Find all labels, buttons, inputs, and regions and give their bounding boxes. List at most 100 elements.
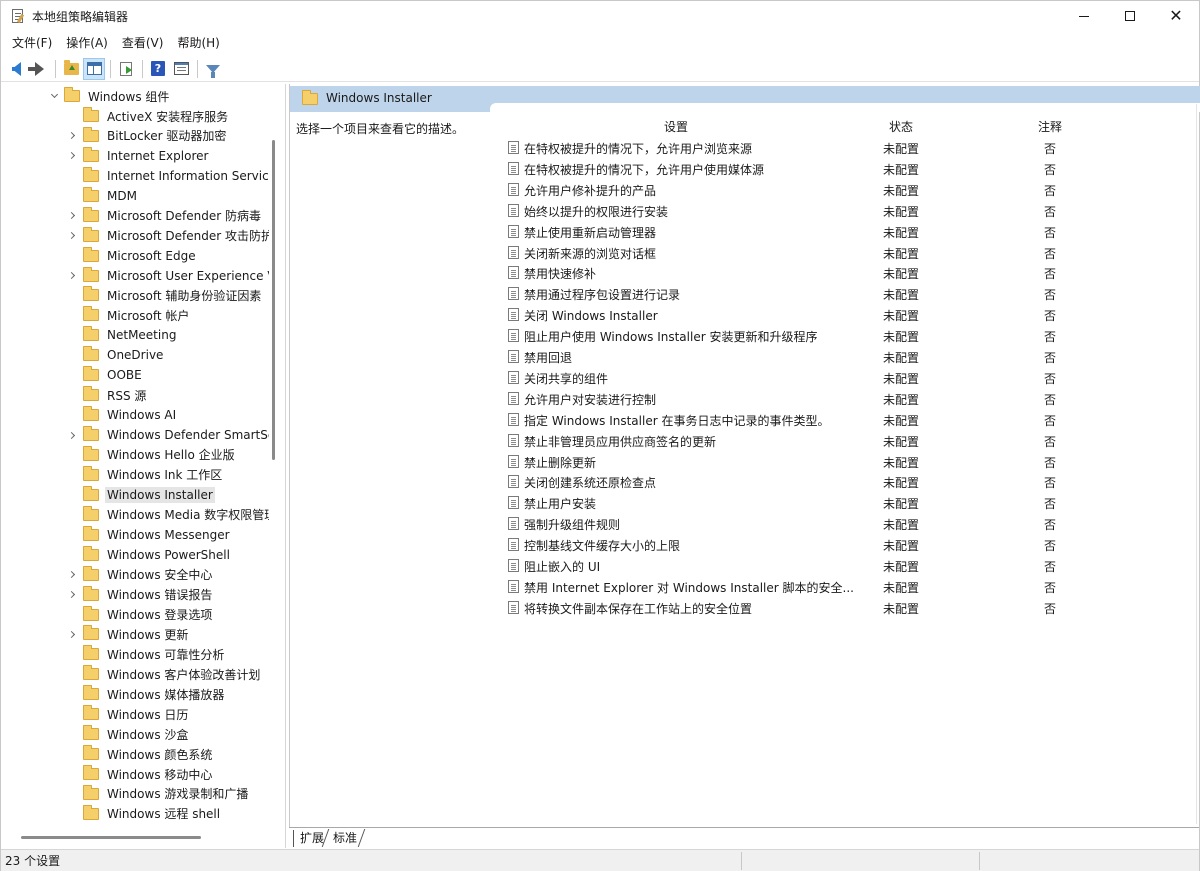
tree-item[interactable]: Windows 错误报告 xyxy=(1,585,269,605)
tree-item[interactable]: NetMeeting xyxy=(1,325,269,345)
maximize-button[interactable] xyxy=(1107,1,1153,31)
chevron-right-icon xyxy=(67,271,75,280)
tree-item[interactable]: Windows 游戏录制和广播 xyxy=(1,784,269,804)
tree-item[interactable]: RSS 源 xyxy=(1,385,269,405)
tree-item[interactable]: Windows 登录选项 xyxy=(1,605,269,625)
tree-item[interactable]: Windows 可靠性分析 xyxy=(1,644,269,664)
tree-item[interactable]: Windows 更新 xyxy=(1,624,269,644)
tree-item[interactable]: Windows Media 数字权限管理 xyxy=(1,505,269,525)
tree-horizontal-scrollbar[interactable] xyxy=(21,836,201,839)
policy-row[interactable]: 禁用快速修补 未配置 否 xyxy=(506,262,1196,283)
properties-button[interactable] xyxy=(170,58,192,80)
tree-item-label: Windows 远程 shell xyxy=(107,807,221,822)
column-header-note[interactable]: 注释 xyxy=(1038,118,1062,136)
tree-item-windows-components[interactable]: Windows 组件 xyxy=(1,86,269,106)
tree-vertical-scrollbar[interactable] xyxy=(272,140,275,460)
tree-item[interactable]: Microsoft 帐户 xyxy=(1,305,269,325)
menu-view[interactable]: 查看(V) xyxy=(115,32,171,54)
tree-item[interactable]: Internet Explorer xyxy=(1,146,269,166)
tree-item[interactable]: Internet Information Service xyxy=(1,166,269,186)
export-list-button[interactable] xyxy=(115,58,137,80)
policy-row[interactable]: 将转换文件副本保存在工作站上的安全位置 未配置 否 xyxy=(506,597,1196,618)
tree-item[interactable]: Windows 媒体播放器 xyxy=(1,684,269,704)
tree-item[interactable]: Windows AI xyxy=(1,405,269,425)
policy-row[interactable]: 允许用户修补提升的产品 未配置 否 xyxy=(506,179,1196,200)
policy-row[interactable]: 在特权被提升的情况下，允许用户使用媒体源 未配置 否 xyxy=(506,158,1196,179)
tree-item[interactable]: Microsoft User Experience V xyxy=(1,266,269,286)
policy-row[interactable]: 指定 Windows Installer 在事务日志中记录的事件类型。 未配置 否 xyxy=(506,409,1196,430)
policy-setting-icon xyxy=(508,350,519,363)
tree-item[interactable]: Microsoft Defender 攻击防护 xyxy=(1,226,269,246)
policy-row[interactable]: 关闭 Windows Installer 未配置 否 xyxy=(506,304,1196,325)
back-button[interactable] xyxy=(5,58,27,80)
tree-item[interactable]: Windows Hello 企业版 xyxy=(1,445,269,465)
expand-toggle[interactable] xyxy=(66,591,76,599)
folder-icon xyxy=(83,685,99,701)
policy-row[interactable]: 强制升级组件规则 未配置 否 xyxy=(506,513,1196,534)
expand-toggle[interactable] xyxy=(66,152,76,160)
tree-item[interactable]: Microsoft Edge xyxy=(1,246,269,266)
tree-item[interactable]: Windows 日历 xyxy=(1,704,269,724)
expand-toggle[interactable] xyxy=(66,630,76,638)
tree-item[interactable]: Windows PowerShell xyxy=(1,545,269,565)
folder-icon xyxy=(83,346,99,362)
expand-toggle[interactable] xyxy=(49,90,59,99)
tree-item[interactable]: OOBE xyxy=(1,365,269,385)
expand-toggle[interactable] xyxy=(66,232,76,240)
toolbar-separator xyxy=(55,59,56,78)
show-hide-tree-button[interactable] xyxy=(83,57,105,80)
folder-icon xyxy=(83,804,99,820)
policy-row[interactable]: 在特权被提升的情况下，允许用户浏览来源 未配置 否 xyxy=(506,137,1196,158)
tree-item[interactable]: BitLocker 驱动器加密 xyxy=(1,126,269,146)
expand-toggle[interactable] xyxy=(66,431,76,439)
policy-row[interactable]: 阻止用户使用 Windows Installer 安装更新和升级程序 未配置 否 xyxy=(506,325,1196,346)
policy-row[interactable]: 关闭创建系统还原检查点 未配置 否 xyxy=(506,471,1196,492)
policy-row[interactable]: 控制基线文件缓存大小的上限 未配置 否 xyxy=(506,534,1196,555)
expand-toggle[interactable] xyxy=(66,571,76,579)
minimize-button[interactable] xyxy=(1061,1,1107,31)
menu-action[interactable]: 操作(A) xyxy=(59,32,115,54)
filter-button[interactable] xyxy=(202,58,224,80)
policy-row[interactable]: 阻止嵌入的 UI 未配置 否 xyxy=(506,555,1196,576)
title-bar[interactable]: 本地组策略编辑器 ✕ xyxy=(1,1,1199,31)
tree-item[interactable]: ActiveX 安装程序服务 xyxy=(1,106,269,126)
tree-item[interactable]: Windows Installer xyxy=(1,485,269,505)
policy-row[interactable]: 禁止非管理员应用供应商签名的更新 未配置 否 xyxy=(506,430,1196,451)
policy-state: 未配置 xyxy=(883,246,920,261)
tree-item[interactable]: Windows 安全中心 xyxy=(1,565,269,585)
up-one-level-button[interactable] xyxy=(60,58,82,80)
expand-toggle[interactable] xyxy=(66,132,76,140)
column-header-setting[interactable]: 设置 xyxy=(664,118,688,136)
tree-pane[interactable]: Windows 组件 ActiveX 安装程序服务 BitLocker 驱动器加密… xyxy=(1,84,286,848)
policy-row[interactable]: 禁止删除更新 未配置 否 xyxy=(506,451,1196,472)
tree-item[interactable]: Windows Defender SmartSc xyxy=(1,425,269,445)
policy-row[interactable]: 禁止使用重新启动管理器 未配置 否 xyxy=(506,221,1196,242)
menu-help[interactable]: 帮助(H) xyxy=(170,32,226,54)
column-header-state[interactable]: 状态 xyxy=(889,118,913,136)
policy-row[interactable]: 关闭共享的组件 未配置 否 xyxy=(506,367,1196,388)
expand-toggle[interactable] xyxy=(66,212,76,220)
forward-button[interactable] xyxy=(27,58,50,80)
policy-row[interactable]: 始终以提升的权限进行安装 未配置 否 xyxy=(506,200,1196,221)
tree-item[interactable]: Windows Messenger xyxy=(1,525,269,545)
policy-row[interactable]: 禁止用户安装 未配置 否 xyxy=(506,492,1196,513)
policy-row[interactable]: 禁用回退 未配置 否 xyxy=(506,346,1196,367)
policy-row[interactable]: 关闭新来源的浏览对话框 未配置 否 xyxy=(506,242,1196,263)
policy-row[interactable]: 允许用户对安装进行控制 未配置 否 xyxy=(506,388,1196,409)
tree-item[interactable]: Windows 移动中心 xyxy=(1,764,269,784)
tree-item[interactable]: Microsoft 辅助身份验证因素 xyxy=(1,285,269,305)
tree-item[interactable]: OneDrive xyxy=(1,345,269,365)
tree-item[interactable]: Windows 沙盒 xyxy=(1,724,269,744)
tree-item[interactable]: Microsoft Defender 防病毒 xyxy=(1,206,269,226)
policy-row[interactable]: 禁用 Internet Explorer 对 Windows Installer… xyxy=(506,576,1196,597)
policy-row[interactable]: 禁用通过程序包设置进行记录 未配置 否 xyxy=(506,283,1196,304)
tree-item[interactable]: Windows 远程 shell xyxy=(1,804,269,824)
tree-item[interactable]: Windows Ink 工作区 xyxy=(1,465,269,485)
tree-item[interactable]: MDM xyxy=(1,186,269,206)
menu-file[interactable]: 文件(F) xyxy=(5,32,59,54)
close-button[interactable]: ✕ xyxy=(1153,1,1199,31)
tree-item[interactable]: Windows 颜色系统 xyxy=(1,744,269,764)
expand-toggle[interactable] xyxy=(66,271,76,280)
help-button[interactable]: ? xyxy=(147,58,169,80)
tree-item[interactable]: Windows 客户体验改善计划 xyxy=(1,664,269,684)
